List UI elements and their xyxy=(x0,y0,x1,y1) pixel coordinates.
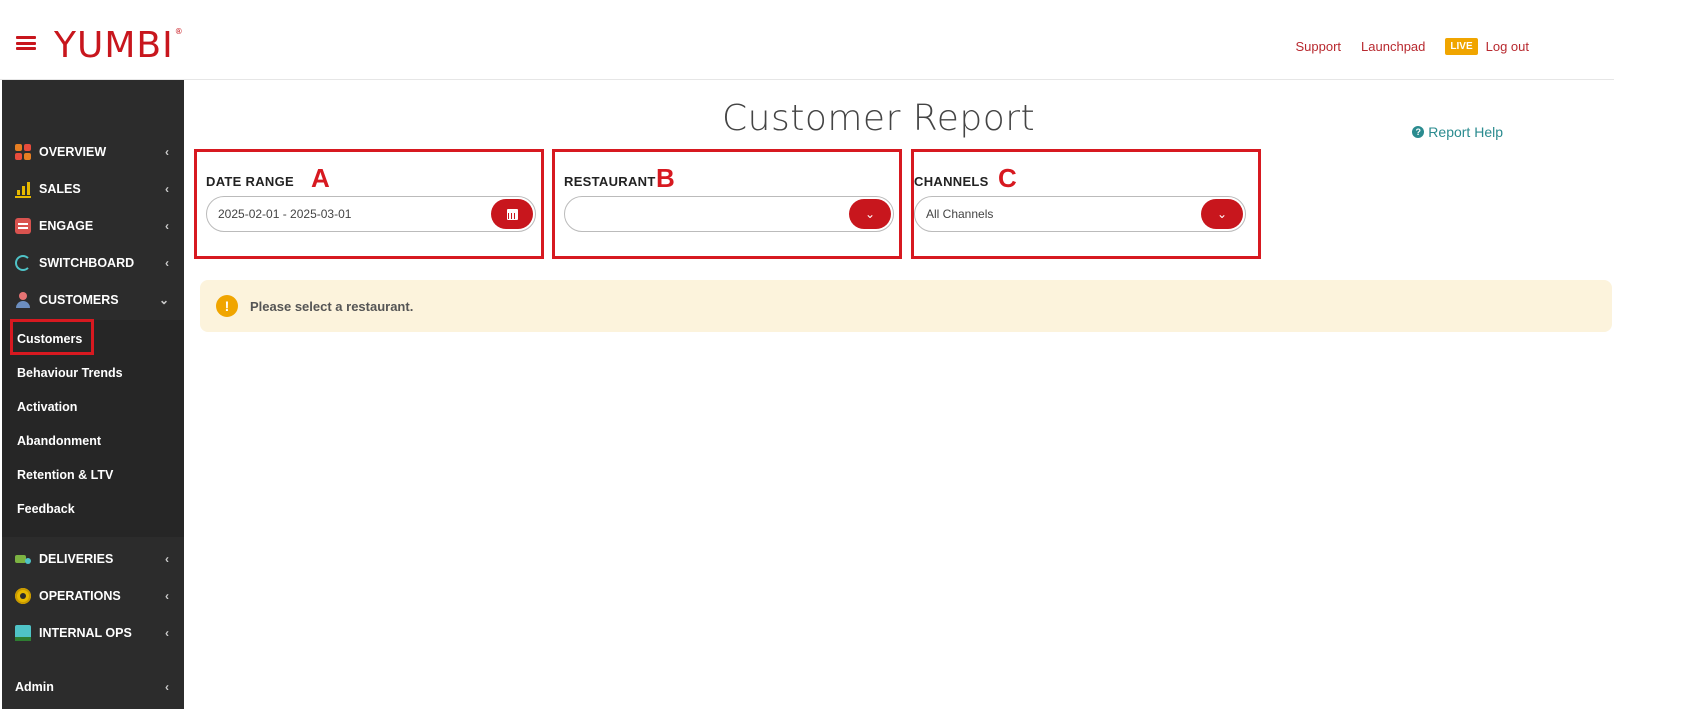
date-range-input[interactable]: 2025-02-01 - 2025-03-01 xyxy=(206,196,536,232)
sidebar-item-label: OVERVIEW xyxy=(39,144,107,159)
chevron-left-icon: ‹ xyxy=(165,144,169,159)
chevron-down-icon: ⌄ xyxy=(864,207,876,221)
submenu-item-behaviour-trends[interactable]: Behaviour Trends xyxy=(17,366,123,380)
calendar-icon xyxy=(506,208,518,220)
internal-ops-icon xyxy=(15,624,31,641)
support-link[interactable]: Support xyxy=(1296,39,1342,54)
deliveries-icon xyxy=(15,551,31,567)
top-nav: Support Launchpad LIVE Log out xyxy=(1296,38,1529,55)
hamburger-menu-icon[interactable] xyxy=(16,36,36,50)
submenu-item-abandonment[interactable]: Abandonment xyxy=(17,434,101,448)
chevron-left-icon: ‹ xyxy=(165,255,169,270)
sidebar-item-label: Admin xyxy=(15,679,54,694)
customers-icon xyxy=(15,291,31,308)
sidebar-item-sales[interactable]: SALES ‹ xyxy=(2,170,184,207)
sidebar-item-deliveries[interactable]: DELIVERIES ‹ xyxy=(2,540,184,577)
submenu-item-feedback[interactable]: Feedback xyxy=(17,502,75,516)
page-title: Customer Report xyxy=(722,98,1036,139)
switchboard-icon xyxy=(15,254,31,271)
logo-text: YUMBI xyxy=(54,25,174,66)
sidebar-item-operations[interactable]: OPERATIONS ‹ xyxy=(2,577,184,614)
active-submenu-highlight xyxy=(10,319,94,355)
restaurant-dropdown-button[interactable]: ⌄ xyxy=(849,199,891,229)
chevron-left-icon: ‹ xyxy=(165,218,169,233)
logo-registered-mark: ® xyxy=(174,27,184,36)
annotation-marker-c: C xyxy=(998,163,1017,193)
date-range-value: 2025-02-01 - 2025-03-01 xyxy=(218,207,352,221)
report-help-link[interactable]: ? Report Help xyxy=(1412,124,1503,140)
question-circle-icon: ? xyxy=(1412,126,1425,138)
channels-dropdown-button[interactable]: ⌄ xyxy=(1201,199,1243,229)
chevron-down-icon: ⌄ xyxy=(158,292,169,307)
engage-icon xyxy=(15,217,31,234)
sidebar: OVERVIEW ‹ SALES ‹ ENGAGE ‹ SWITCHBOARD … xyxy=(2,80,184,709)
submenu-item-retention-ltv[interactable]: Retention & LTV xyxy=(17,468,113,482)
chevron-left-icon: ‹ xyxy=(165,625,169,640)
sidebar-item-label: ENGAGE xyxy=(39,218,94,233)
annotation-marker-b: B xyxy=(656,163,675,193)
sidebar-item-switchboard[interactable]: SWITCHBOARD ‹ xyxy=(2,244,184,281)
yumbi-logo[interactable]: YUMBI® xyxy=(54,28,184,64)
annotation-marker-a: A xyxy=(311,163,330,193)
chevron-left-icon: ‹ xyxy=(165,551,169,566)
sidebar-item-label: SALES xyxy=(39,181,81,196)
top-header: YUMBI® Support Launchpad LIVE Log out xyxy=(0,0,1614,80)
channels-label: CHANNELS xyxy=(914,174,989,189)
restaurant-select[interactable]: ⌄ xyxy=(564,196,894,232)
sidebar-item-label: OPERATIONS xyxy=(39,588,121,603)
calendar-button[interactable] xyxy=(491,199,533,229)
restaurant-label: RESTAURANT xyxy=(564,174,656,189)
channels-filter-box: CHANNELS C All Channels ⌄ xyxy=(911,149,1261,259)
sidebar-item-internal-ops[interactable]: INTERNAL OPS ‹ xyxy=(2,614,184,651)
sales-icon xyxy=(15,180,31,198)
warning-icon: ! xyxy=(216,295,238,317)
date-range-filter-box: DATE RANGE A 2025-02-01 - 2025-03-01 xyxy=(194,149,544,259)
operations-icon xyxy=(15,587,31,604)
submenu-item-activation[interactable]: Activation xyxy=(17,400,77,414)
report-help-label: Report Help xyxy=(1428,124,1503,140)
sidebar-item-label: DELIVERIES xyxy=(39,551,114,566)
chevron-down-icon: ⌄ xyxy=(1216,207,1228,221)
sidebar-item-label: INTERNAL OPS xyxy=(39,625,132,640)
launchpad-link[interactable]: Launchpad xyxy=(1361,39,1425,54)
date-range-label: DATE RANGE xyxy=(206,174,294,189)
sidebar-item-overview[interactable]: OVERVIEW ‹ xyxy=(2,133,184,170)
sidebar-item-customers[interactable]: CUSTOMERS ⌄ xyxy=(2,281,184,318)
channels-value: All Channels xyxy=(926,207,994,221)
sidebar-item-admin[interactable]: Admin ‹ xyxy=(2,668,184,705)
live-badge: LIVE xyxy=(1445,38,1478,55)
chevron-left-icon: ‹ xyxy=(165,181,169,196)
sidebar-item-engage[interactable]: ENGAGE ‹ xyxy=(2,207,184,244)
logout-link[interactable]: Log out xyxy=(1486,39,1529,54)
chevron-left-icon: ‹ xyxy=(165,679,169,694)
restaurant-filter-box: RESTAURANT B ⌄ xyxy=(552,149,902,259)
alert-message: Please select a restaurant. xyxy=(250,298,414,314)
warning-alert: ! Please select a restaurant. xyxy=(200,280,1612,332)
sidebar-item-label: SWITCHBOARD xyxy=(39,255,135,270)
channels-select[interactable]: All Channels ⌄ xyxy=(914,196,1246,232)
chevron-left-icon: ‹ xyxy=(165,588,169,603)
sidebar-item-label: CUSTOMERS xyxy=(39,292,119,307)
overview-icon xyxy=(15,143,31,160)
